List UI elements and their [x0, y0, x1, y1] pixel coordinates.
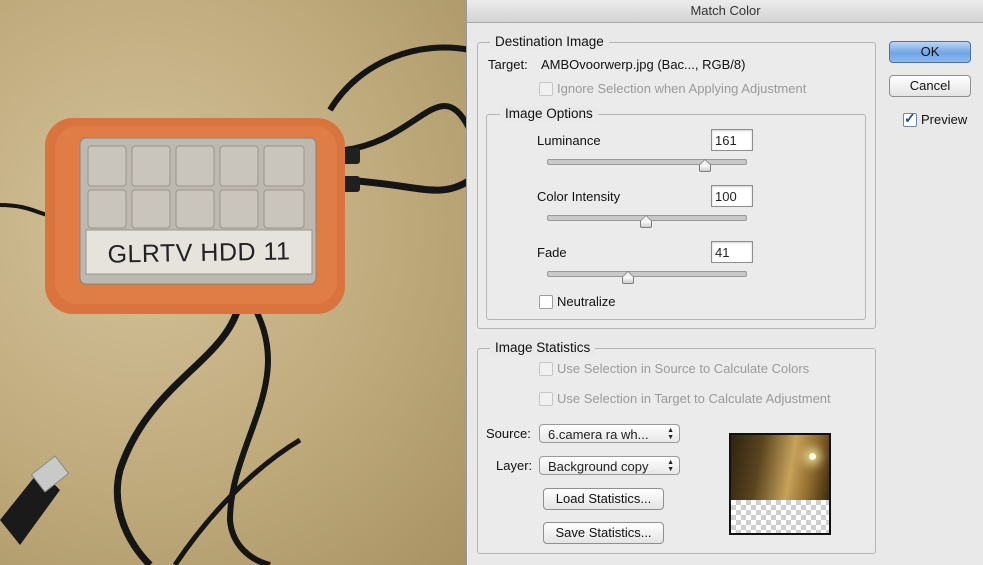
image-options-legend: Image Options	[500, 106, 598, 122]
destination-image-legend: Destination Image	[490, 34, 609, 50]
thumbnail-lamp	[809, 453, 816, 460]
ignore-selection-label: Ignore Selection when Applying Adjustmen…	[557, 81, 807, 96]
source-popup-value: 6.camera ra wh...	[548, 427, 649, 442]
source-popup[interactable]: 6.camera ra wh... ▲ ▼	[539, 424, 680, 443]
source-label: Source:	[486, 426, 531, 441]
updown-arrows-icon: ▲ ▼	[667, 459, 674, 473]
fade-label: Fade	[537, 245, 567, 260]
ignore-selection-checkbox[interactable]	[539, 82, 553, 96]
cancel-button[interactable]: Cancel	[889, 75, 971, 97]
updown-arrows-icon: ▲ ▼	[667, 427, 674, 441]
source-thumbnail	[729, 433, 831, 535]
layer-popup[interactable]: Background copy ▲ ▼	[539, 456, 680, 475]
fade-slider-track[interactable]	[547, 271, 747, 277]
image-statistics-legend: Image Statistics	[490, 340, 596, 356]
use-source-selection-label: Use Selection in Source to Calculate Col…	[557, 361, 810, 376]
layer-popup-value: Background copy	[548, 459, 649, 474]
ok-button[interactable]: OK	[889, 41, 971, 63]
preview-label: Preview	[921, 112, 968, 127]
neutralize-checkbox[interactable]	[539, 295, 553, 309]
thumbnail-image	[731, 435, 829, 500]
target-value: AMBOvoorwerp.jpg (Bac..., RGB/8)	[541, 57, 746, 72]
dialog-title[interactable]: Match Color	[467, 0, 983, 23]
preview-checkbox[interactable]	[903, 110, 917, 127]
photo-drawing	[0, 44, 470, 565]
target-label: Target:	[488, 57, 528, 72]
color-intensity-input[interactable]: 100	[711, 185, 753, 207]
color-intensity-label: Color Intensity	[537, 189, 621, 204]
luminance-slider-track[interactable]	[547, 159, 747, 165]
load-statistics-button[interactable]: Load Statistics...	[543, 488, 664, 510]
hdd-label-text: GLRTV HDD 11	[107, 236, 291, 269]
use-target-selection-label: Use Selection in Target to Calculate Adj…	[557, 391, 831, 406]
save-statistics-button[interactable]: Save Statistics...	[543, 522, 664, 544]
neutralize-label: Neutralize	[557, 294, 616, 309]
background-photo: GLRTV HDD 11	[0, 0, 470, 565]
fade-input[interactable]: 41	[711, 241, 753, 263]
luminance-input[interactable]: 161	[711, 129, 753, 151]
use-source-selection-checkbox[interactable]	[539, 362, 553, 376]
use-target-selection-checkbox[interactable]	[539, 392, 553, 406]
transparency-checkerboard	[731, 500, 829, 533]
luminance-label: Luminance	[537, 133, 601, 148]
layer-label: Layer:	[496, 458, 533, 473]
